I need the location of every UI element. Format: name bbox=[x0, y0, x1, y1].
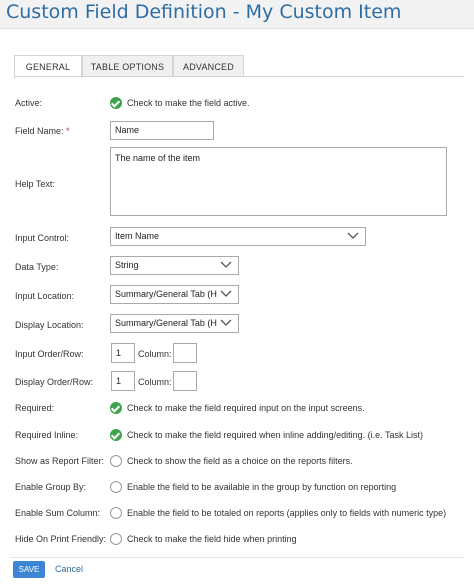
active-label: Active: bbox=[15, 98, 43, 108]
save-button[interactable]: SAVE bbox=[13, 561, 45, 578]
report-filter-text: Check to show the field as a choice on t… bbox=[127, 456, 353, 466]
data-type-select[interactable]: String bbox=[110, 256, 239, 275]
active-text: Check to make the field active. bbox=[127, 98, 250, 108]
input-location-select[interactable]: Summary/General Tab (H bbox=[110, 285, 239, 304]
display-order-column-label: Column: bbox=[138, 377, 172, 387]
input-control-value: Item Name bbox=[115, 231, 160, 241]
input-location-value: Summary/General Tab (H bbox=[115, 289, 217, 299]
required-label: Required: bbox=[15, 403, 55, 413]
hide-print-label: Hide On Print Friendly: bbox=[15, 534, 107, 544]
tab-divider bbox=[14, 76, 464, 77]
required-text: Check to make the field required input o… bbox=[127, 403, 365, 413]
hide-print-text: Check to make the field hide when printi… bbox=[127, 534, 297, 544]
page-title: Custom Field Definition - My Custom Item bbox=[6, 1, 402, 23]
unchecked-icon[interactable] bbox=[110, 481, 122, 493]
sum-column-label: Enable Sum Column: bbox=[15, 508, 101, 518]
checked-icon[interactable] bbox=[110, 97, 122, 109]
unchecked-icon[interactable] bbox=[110, 533, 122, 545]
display-order-column-input[interactable] bbox=[173, 371, 197, 391]
display-location-label: Display Location: bbox=[15, 320, 84, 330]
sum-column-text: Enable the field to be totaled on report… bbox=[127, 508, 447, 518]
required-asterisk: * bbox=[66, 126, 70, 136]
help-text-textarea[interactable]: The name of the item bbox=[110, 147, 447, 216]
chevron-down-icon bbox=[220, 319, 232, 326]
chevron-down-icon bbox=[220, 261, 232, 268]
input-order-row-input[interactable]: 1 bbox=[111, 343, 135, 363]
input-order-label: Input Order/Row: bbox=[15, 349, 84, 359]
chevron-down-icon bbox=[220, 290, 232, 297]
display-order-label: Display Order/Row: bbox=[15, 377, 94, 387]
input-order-column-label: Column: bbox=[138, 349, 172, 359]
report-filter-label: Show as Report Filter: bbox=[15, 456, 105, 466]
display-location-value: Summary/General Tab (H bbox=[115, 318, 217, 328]
required-inline-text: Check to make the field required when in… bbox=[127, 430, 423, 440]
unchecked-icon[interactable] bbox=[110, 507, 122, 519]
input-order-column-input[interactable] bbox=[173, 343, 197, 363]
tab-table-options[interactable]: TABLE OPTIONS bbox=[82, 55, 173, 77]
help-text-label: Help Text: bbox=[15, 179, 55, 189]
tab-general[interactable]: GENERAL bbox=[14, 55, 82, 78]
checked-icon[interactable] bbox=[110, 429, 122, 441]
input-location-label: Input Location: bbox=[15, 291, 75, 301]
display-order-row-value: 1 bbox=[116, 376, 122, 386]
input-control-select[interactable]: Item Name bbox=[110, 227, 366, 246]
group-by-label: Enable Group By: bbox=[15, 482, 87, 492]
input-order-row-value: 1 bbox=[116, 348, 122, 358]
data-type-value: String bbox=[115, 260, 139, 270]
tab-advanced[interactable]: ADVANCED bbox=[173, 55, 244, 77]
field-name-label: Field Name: * bbox=[15, 126, 70, 136]
display-order-row-input[interactable]: 1 bbox=[111, 371, 135, 391]
unchecked-icon[interactable] bbox=[110, 455, 122, 467]
chevron-down-icon bbox=[347, 232, 359, 239]
help-text-value: The name of the item bbox=[115, 153, 201, 163]
display-location-select[interactable]: Summary/General Tab (H bbox=[110, 314, 239, 333]
input-control-label: Input Control: bbox=[15, 233, 70, 243]
field-name-value: Name bbox=[115, 125, 140, 135]
data-type-label: Data Type: bbox=[15, 262, 59, 272]
group-by-text: Enable the field to be available in the … bbox=[127, 482, 397, 492]
footer-divider bbox=[10, 557, 464, 558]
title-bar: Custom Field Definition - My Custom Item bbox=[0, 0, 474, 29]
field-name-input[interactable]: Name bbox=[110, 121, 214, 140]
cancel-link[interactable]: Cancel bbox=[55, 564, 83, 574]
checked-icon[interactable] bbox=[110, 402, 122, 414]
required-inline-label: Required Inline: bbox=[15, 430, 79, 440]
